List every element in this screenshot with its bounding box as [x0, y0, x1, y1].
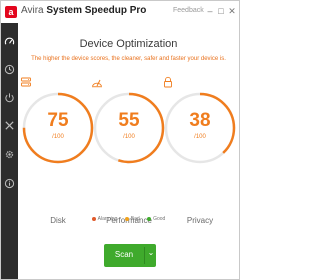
- performance-gauge[interactable]: 55 /100 Performance: [91, 76, 167, 225]
- lock-icon: [164, 76, 172, 88]
- privacy-max: /100: [194, 134, 206, 140]
- privacy-gauge-ring: [164, 92, 236, 164]
- chevron-down-icon[interactable]: ⌄: [146, 248, 156, 257]
- clock-icon[interactable]: [4, 64, 15, 75]
- disk-gauge-ring: [22, 92, 94, 164]
- legend-label: Good: [153, 216, 166, 222]
- alarming-dot-icon: [91, 216, 96, 221]
- legend: Alarming Bad Good: [18, 216, 239, 222]
- page-subtitle: The higher the device scores, the cleane…: [31, 56, 226, 62]
- avira-logo-icon: a: [5, 6, 17, 18]
- gear-icon[interactable]: [4, 149, 15, 160]
- maximize-button[interactable]: □: [217, 6, 225, 16]
- close-button[interactable]: ✕: [228, 6, 236, 16]
- bad-dot-icon: [124, 216, 129, 221]
- privacy-score: 38: [189, 110, 211, 131]
- performance-gauge-ring: [93, 92, 165, 164]
- disk-max: /100: [52, 134, 64, 140]
- feedback-link[interactable]: Feedback: [173, 7, 204, 14]
- sidebar: [1, 23, 18, 279]
- privacy-gauge[interactable]: 38 /100 Privacy: [162, 76, 238, 225]
- power-icon[interactable]: [4, 92, 15, 103]
- good-dot-icon: [147, 216, 152, 221]
- tools-icon[interactable]: [4, 120, 15, 131]
- title-brand: Avira: [21, 5, 44, 16]
- disk-score: 75: [47, 110, 69, 131]
- title-product: System Speedup Pro: [46, 5, 147, 16]
- speedometer-icon[interactable]: [4, 36, 15, 47]
- title-bar: a Avira System Speedup Pro Feedback – □ …: [1, 1, 239, 23]
- legend-label: Alarming: [97, 216, 118, 222]
- info-icon[interactable]: [4, 178, 15, 189]
- legend-item-alarming: Alarming: [91, 216, 118, 222]
- performance-icon: [92, 79, 102, 88]
- window-title: Avira System Speedup Pro: [21, 5, 146, 16]
- scan-button[interactable]: Scan ⌄: [104, 244, 156, 267]
- scan-divider: [144, 247, 145, 264]
- page-title: Device Optimization: [79, 38, 178, 50]
- legend-item-bad: Bad: [124, 216, 140, 222]
- main-panel: Device Optimization The higher the devic…: [18, 23, 239, 279]
- disk-icon: [21, 77, 31, 87]
- app-window: a Avira System Speedup Pro Feedback – □ …: [0, 0, 240, 280]
- scan-label: Scan: [114, 250, 134, 259]
- performance-max: /100: [123, 134, 135, 140]
- legend-label: Bad: [130, 216, 140, 222]
- minimize-button[interactable]: –: [206, 6, 214, 16]
- legend-item-good: Good: [147, 216, 165, 222]
- disk-gauge[interactable]: 75 /100 Disk: [20, 76, 96, 225]
- performance-score: 55: [118, 110, 140, 131]
